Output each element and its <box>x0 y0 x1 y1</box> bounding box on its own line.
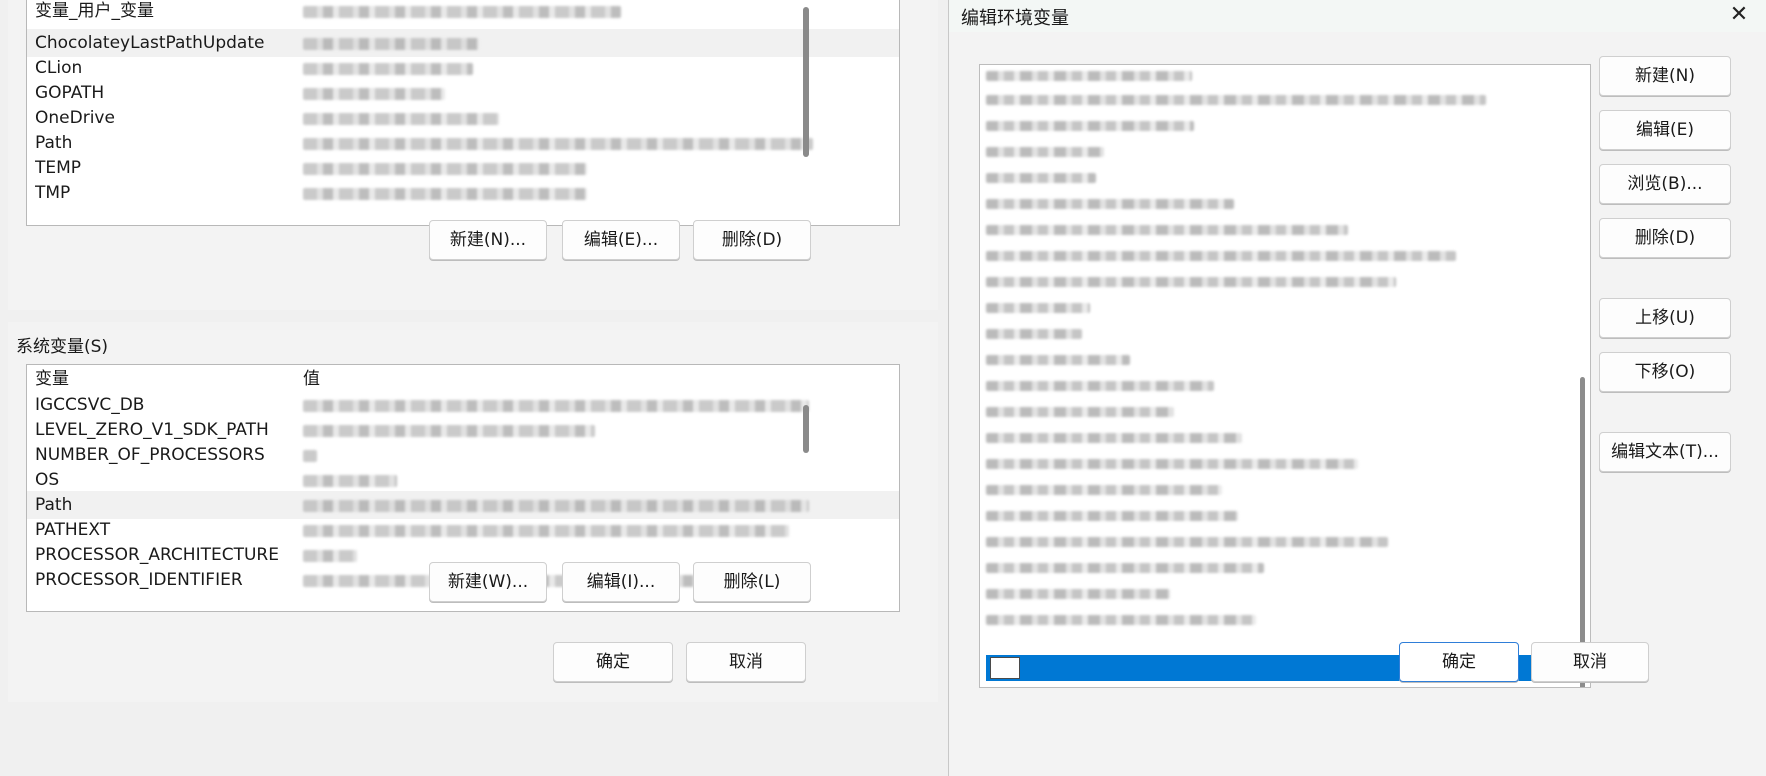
system-edit-button[interactable]: 编辑(I)... <box>562 562 680 602</box>
variable-name: IGCCSVC_DB <box>35 395 145 415</box>
list-item[interactable]: NUMBER_OF_PROCESSORS <box>27 441 899 469</box>
variable-name: OS <box>35 470 60 490</box>
variable-value-redacted <box>303 138 813 150</box>
path-entry-redacted[interactable] <box>986 407 1174 417</box>
path-edit-button[interactable]: 编辑(E) <box>1599 110 1731 150</box>
path-entry-redacted[interactable] <box>986 173 1096 183</box>
variable-value-redacted <box>303 188 587 200</box>
list-item[interactable]: IGCCSVC_DB <box>27 391 899 419</box>
variable-name: Path <box>35 133 73 153</box>
value-column-header: 值 <box>303 369 320 389</box>
path-entries-list[interactable] <box>979 64 1591 688</box>
system-new-button[interactable]: 新建(W)... <box>429 562 547 602</box>
ok-button[interactable]: 确定 <box>553 642 673 682</box>
dialog-title-bar: 编辑环境变量 ✕ <box>949 0 1766 32</box>
dialog-title: 编辑环境变量 <box>961 8 1069 29</box>
path-entry-redacted[interactable] <box>986 485 1222 495</box>
path-entry-redacted[interactable] <box>986 615 1256 625</box>
path-edit-input[interactable] <box>991 658 1019 679</box>
path-entry-redacted[interactable] <box>986 537 1388 547</box>
path-entry-redacted[interactable] <box>986 563 1264 573</box>
variable-value-redacted <box>303 6 621 18</box>
variable-name: GOPATH <box>35 83 105 103</box>
path-entry-redacted[interactable] <box>986 251 1456 261</box>
edit-text-button[interactable]: 编辑文本(T)... <box>1599 432 1731 472</box>
variable-column-header: 变量 <box>35 369 69 389</box>
cancel-button[interactable]: 取消 <box>686 642 806 682</box>
variable-value-redacted <box>303 400 809 412</box>
list-item[interactable]: CLion <box>27 54 899 82</box>
variable-name: OneDrive <box>35 108 115 128</box>
variable-name: ChocolateyLastPathUpdate <box>35 33 265 53</box>
user-edit-button[interactable]: 编辑(E)... <box>562 220 680 260</box>
variable-value-redacted <box>303 550 357 562</box>
variable-value-redacted <box>303 38 479 50</box>
dialog-cancel-button[interactable]: 取消 <box>1531 642 1649 682</box>
variable-name: CLion <box>35 58 83 78</box>
list-item[interactable]: PATHEXT <box>27 516 899 544</box>
path-entry-redacted[interactable] <box>986 121 1194 131</box>
path-entry-redacted[interactable] <box>986 511 1238 521</box>
system-variables-label: 系统变量(S) <box>16 337 109 357</box>
variable-name: PROCESSOR_IDENTIFIER <box>35 570 243 590</box>
list-item[interactable]: GOPATH <box>27 79 899 107</box>
path-entry-redacted[interactable] <box>986 199 1234 209</box>
variable-value-redacted <box>303 450 317 462</box>
variable-value-redacted <box>303 63 473 75</box>
path-edit-cell[interactable] <box>990 657 1020 679</box>
path-browse-button[interactable]: 浏览(B)... <box>1599 164 1731 204</box>
path-entry-redacted[interactable] <box>986 225 1348 235</box>
list-item[interactable]: OneDrive <box>27 104 899 132</box>
list-item[interactable]: TEMP <box>27 154 899 182</box>
path-entry-redacted[interactable] <box>986 589 1170 599</box>
list-item-selected[interactable]: Path <box>27 491 899 519</box>
variable-name: PATHEXT <box>35 520 111 540</box>
variable-name: LEVEL_ZERO_V1_SDK_PATH <box>35 420 269 440</box>
path-entry-redacted[interactable] <box>986 355 1130 365</box>
variable-name: TEMP <box>35 158 82 178</box>
path-new-button[interactable]: 新建(N) <box>1599 56 1731 96</box>
path-entry-redacted[interactable] <box>986 381 1214 391</box>
move-down-button[interactable]: 下移(O) <box>1599 352 1731 392</box>
path-entry-redacted[interactable] <box>986 459 1358 469</box>
edit-environment-variable-dialog: 编辑环境变量 ✕ 新建(N) 编辑(E) 浏览(B)... 删除(D) 上移(U… <box>948 0 1766 776</box>
path-entry-redacted[interactable] <box>986 95 1486 105</box>
list-item[interactable]: LEVEL_ZERO_V1_SDK_PATH <box>27 416 899 444</box>
variable-value-redacted <box>303 500 809 512</box>
variable-value-redacted <box>303 475 397 487</box>
variable-name: 变量_用户_变量 <box>35 1 154 21</box>
list-item[interactable]: OS <box>27 466 899 494</box>
variable-value-redacted <box>303 525 789 537</box>
user-variables-list[interactable]: 变量_用户_变量 ChocolateyLastPathUpdate CLion … <box>26 0 900 226</box>
variable-name: TMP <box>35 183 71 203</box>
system-list-scrollbar[interactable] <box>803 405 809 453</box>
variable-value-redacted <box>303 88 445 100</box>
path-delete-button[interactable]: 删除(D) <box>1599 218 1731 258</box>
list-item[interactable]: Path <box>27 129 899 157</box>
close-icon[interactable]: ✕ <box>1721 0 1757 30</box>
environment-variables-window: 变量_用户_变量 ChocolateyLastPathUpdate CLion … <box>0 0 950 776</box>
list-item[interactable]: 变量_用户_变量 <box>27 0 899 25</box>
path-entry-redacted[interactable] <box>986 433 1242 443</box>
variable-value-redacted <box>303 425 595 437</box>
list-item[interactable]: TMP <box>27 179 899 207</box>
user-delete-button[interactable]: 删除(D) <box>693 220 811 260</box>
variable-name: PROCESSOR_ARCHITECTURE <box>35 545 279 565</box>
move-up-button[interactable]: 上移(U) <box>1599 298 1731 338</box>
variable-name: NUMBER_OF_PROCESSORS <box>35 445 265 465</box>
path-entry-redacted[interactable] <box>986 277 1396 287</box>
variable-value-redacted <box>303 163 587 175</box>
list-header: 变量 值 <box>27 365 899 393</box>
user-new-button[interactable]: 新建(N)... <box>429 220 547 260</box>
path-entry-redacted[interactable] <box>986 147 1104 157</box>
user-list-scrollbar[interactable] <box>803 7 809 157</box>
list-item[interactable]: ChocolateyLastPathUpdate <box>27 29 899 57</box>
variable-name: Path <box>35 495 73 515</box>
variable-value-redacted <box>303 113 499 125</box>
path-entry-redacted[interactable] <box>986 303 1090 313</box>
system-delete-button[interactable]: 删除(L) <box>693 562 811 602</box>
path-entry-redacted[interactable] <box>986 329 1082 339</box>
path-entry-redacted[interactable] <box>986 71 1192 81</box>
dialog-ok-button[interactable]: 确定 <box>1399 642 1519 682</box>
